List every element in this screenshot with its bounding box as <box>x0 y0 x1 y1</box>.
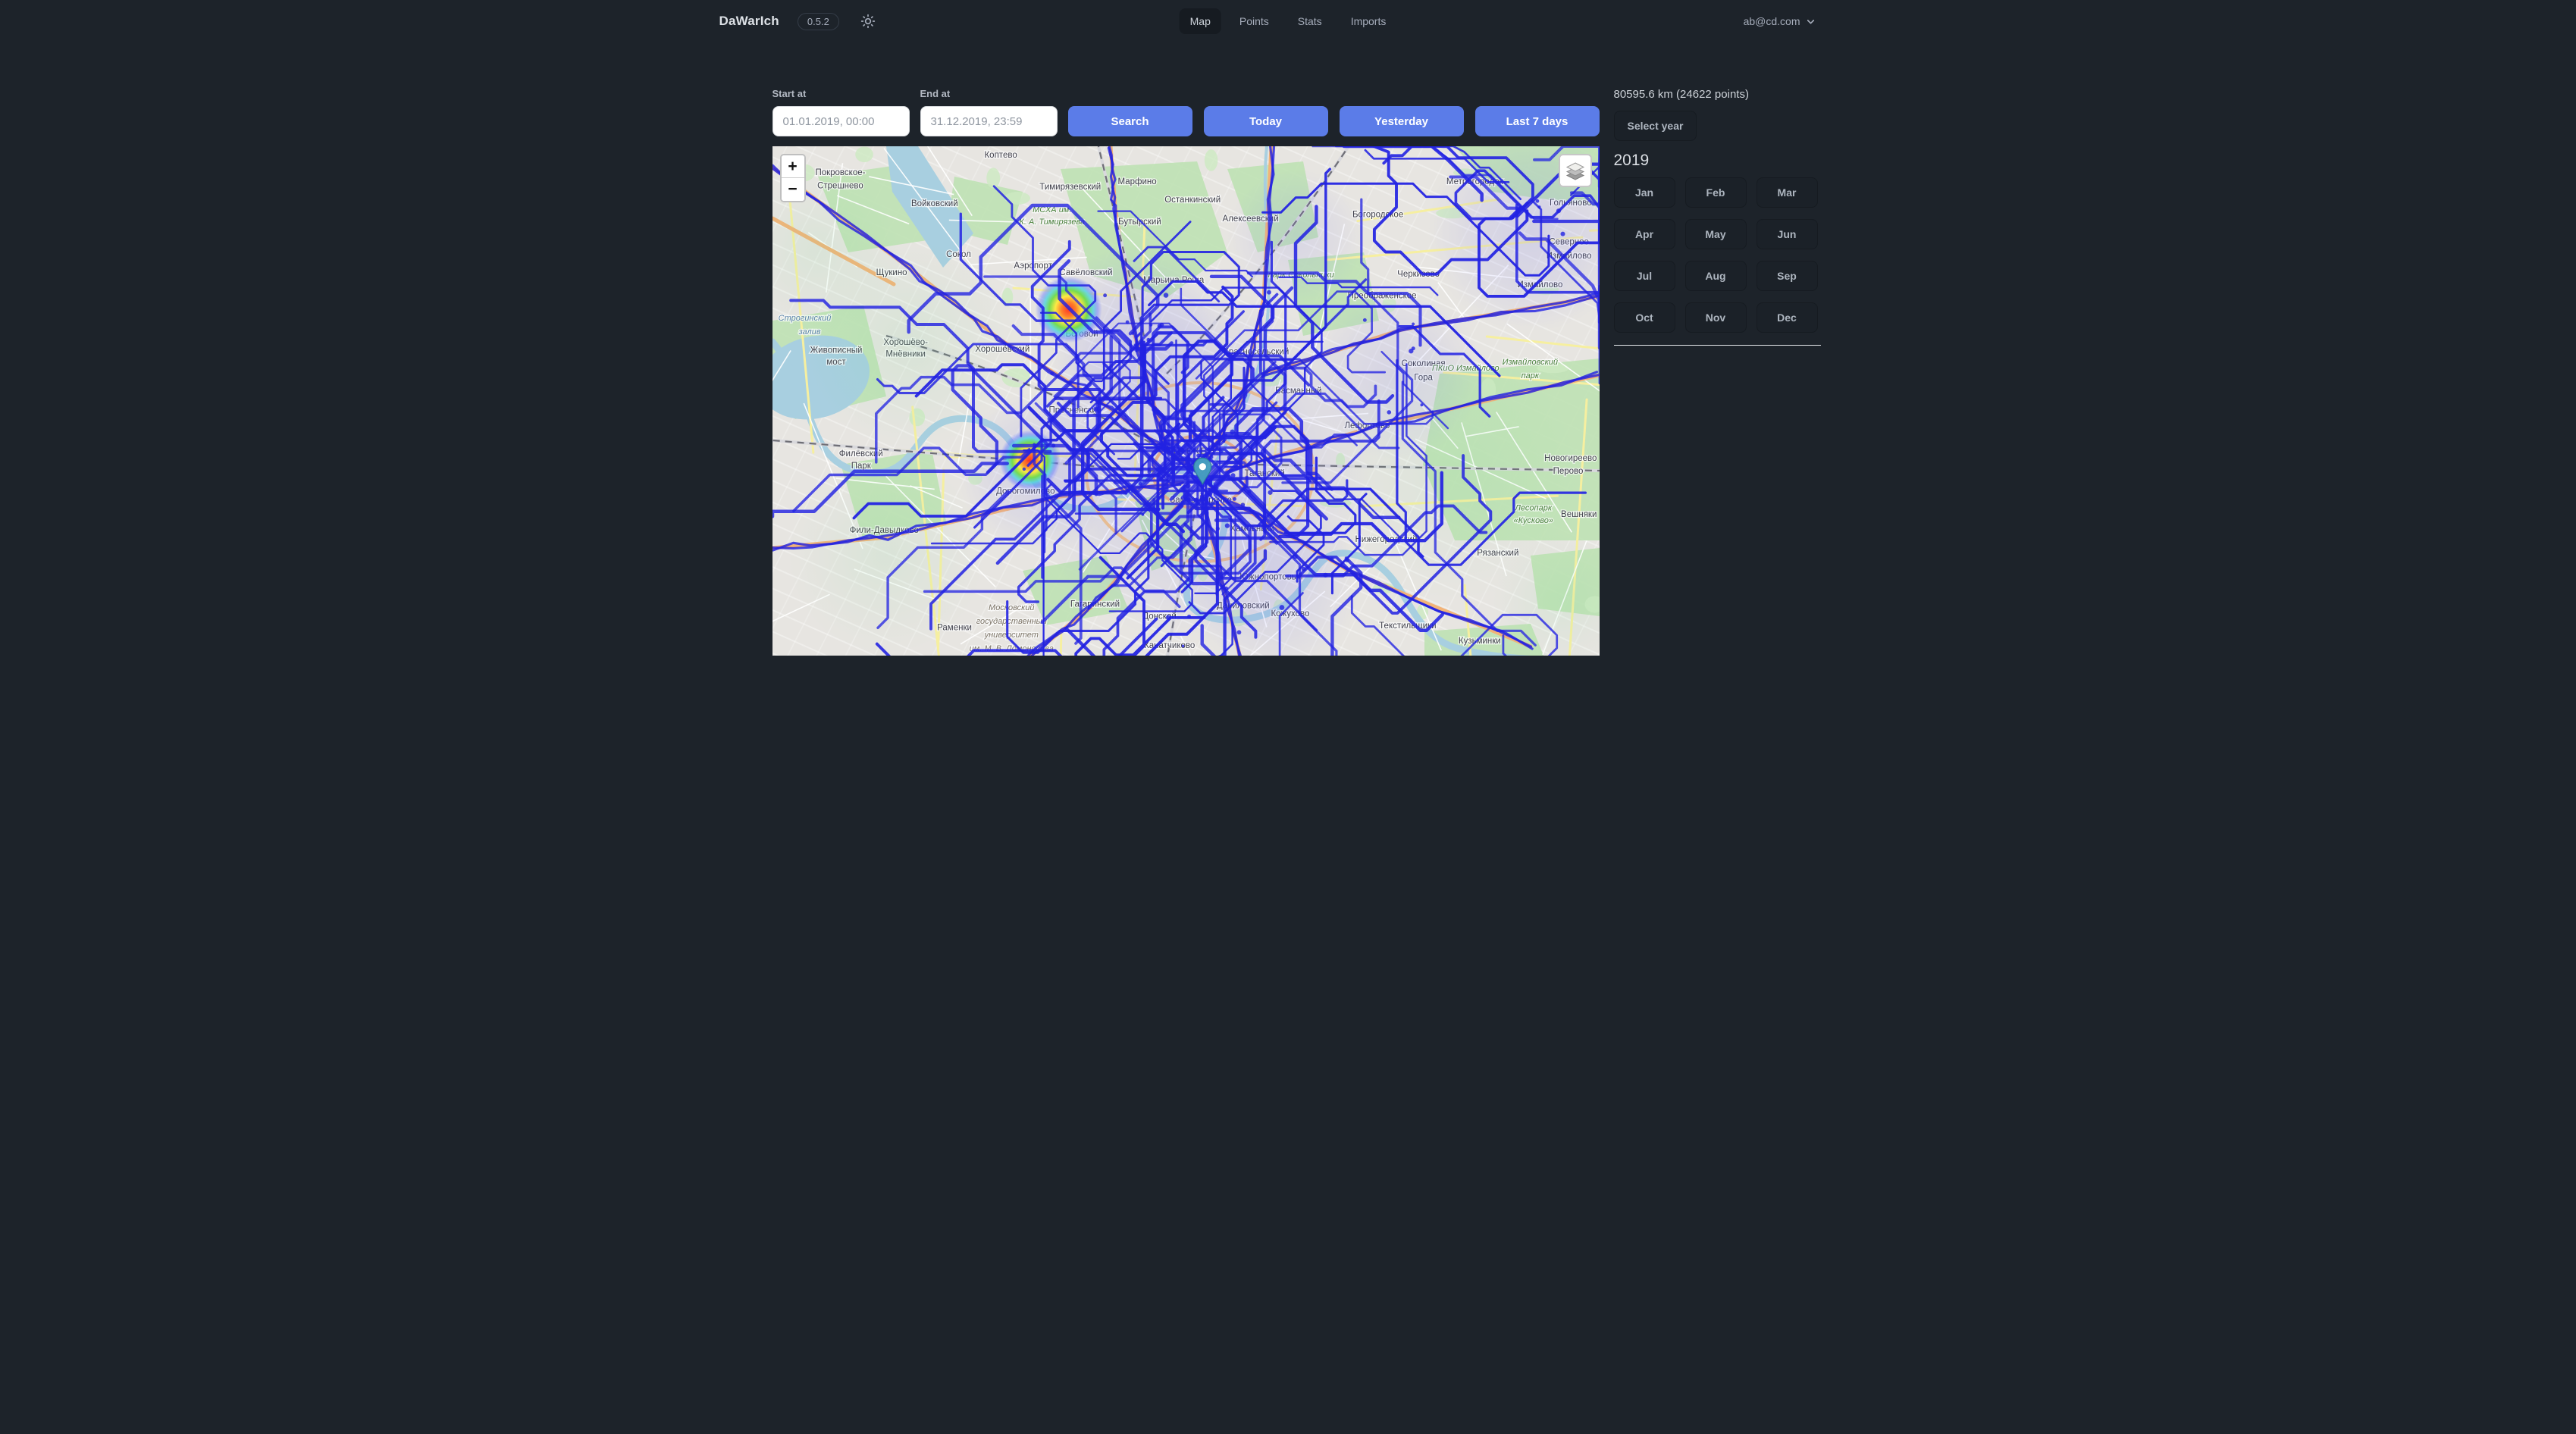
sun-icon <box>860 14 876 29</box>
zoom-out-button[interactable]: − <box>782 178 804 201</box>
zoom-in-button[interactable]: + <box>782 155 804 178</box>
month-button-feb[interactable]: Feb <box>1685 177 1747 208</box>
distance-stats: 80595.6 km (24622 points) <box>1614 88 1820 101</box>
tab-points[interactable]: Points <box>1229 8 1280 34</box>
map-column: Start at End at Search Today Yesterday Last… <box>772 42 1600 656</box>
month-button-oct[interactable]: Oct <box>1614 302 1675 333</box>
last-7-days-button[interactable]: Last 7 days <box>1475 106 1600 136</box>
quick-range-buttons: Search Today Yesterday Last 7 days <box>1068 106 1600 136</box>
map-label: Марфино <box>1117 177 1156 186</box>
version-badge: 0.5.2 <box>798 13 839 30</box>
layers-icon <box>1565 160 1586 181</box>
tab-imports[interactable]: Imports <box>1340 8 1397 34</box>
map-label: государственный <box>976 617 1046 626</box>
end-at-group: End at <box>920 88 1058 136</box>
chevron-down-icon <box>1806 17 1816 27</box>
map-zoom-control: + − <box>780 154 806 202</box>
layers-control[interactable] <box>1559 154 1592 187</box>
map-label: университет <box>983 631 1038 640</box>
end-at-label: End at <box>920 88 1058 99</box>
month-button-jul[interactable]: Jul <box>1614 261 1675 291</box>
today-button[interactable]: Today <box>1204 106 1328 136</box>
month-button-may[interactable]: May <box>1685 219 1747 249</box>
month-button-nov[interactable]: Nov <box>1685 302 1747 333</box>
map-label: К. А. Тимирязева <box>1019 218 1085 227</box>
main-content: Start at End at Search Today Yesterday Last… <box>700 42 1877 656</box>
search-button[interactable]: Search <box>1068 106 1192 136</box>
map-label: Останкинский <box>1164 196 1221 205</box>
map-label: Московский <box>989 603 1035 612</box>
map-label: Тимирязевский <box>1039 183 1101 192</box>
select-year-button[interactable]: Select year <box>1614 111 1697 141</box>
map-label: Коптево <box>984 151 1017 160</box>
map-label: Бутырский <box>1118 218 1161 227</box>
start-at-input[interactable] <box>772 106 910 136</box>
month-button-dec[interactable]: Dec <box>1757 302 1818 333</box>
app-logo: DaWarIch <box>719 14 779 29</box>
month-grid: Jan Feb Mar Apr May Jun Jul Aug Sep Oct Nov Dec <box>1614 177 1820 333</box>
yesterday-button[interactable]: Yesterday <box>1340 106 1464 136</box>
filter-bar: Start at End at Search Today Yesterday Last… <box>772 88 1600 136</box>
month-button-apr[interactable]: Apr <box>1614 219 1675 249</box>
start-at-label: Start at <box>772 88 910 99</box>
map-canvas[interactable]: КоптевоТимирязевскийМарфиноОстанкинскийА… <box>772 146 1600 656</box>
user-email: ab@cd.com <box>1744 15 1800 27</box>
year-heading: 2019 <box>1614 152 1820 170</box>
month-button-jun[interactable]: Jun <box>1757 219 1818 249</box>
sidebar: 80595.6 km (24622 points) Select year 20… <box>1614 42 1820 656</box>
month-button-aug[interactable]: Aug <box>1685 261 1747 291</box>
month-button-jan[interactable]: Jan <box>1614 177 1675 208</box>
start-at-group: Start at <box>772 88 910 136</box>
month-button-mar[interactable]: Mar <box>1757 177 1818 208</box>
dawarich-app: DaWarIch 0.5.2 Map Points Stats Imports ab@… <box>700 0 1877 656</box>
tab-map[interactable]: Map <box>1180 8 1221 34</box>
map-label: Войковский <box>911 199 958 208</box>
sidebar-divider <box>1614 345 1821 346</box>
month-button-sep[interactable]: Sep <box>1757 261 1818 291</box>
end-at-input[interactable] <box>920 106 1058 136</box>
theme-toggle-button[interactable] <box>857 11 879 32</box>
tab-stats[interactable]: Stats <box>1287 8 1333 34</box>
map-tiles: КоптевоТимирязевскийМарфиноОстанкинскийА… <box>772 146 1600 656</box>
user-menu[interactable]: ab@cd.com <box>1744 15 1816 27</box>
navbar: DaWarIch 0.5.2 Map Points Stats Imports ab@… <box>700 0 1877 42</box>
nav-tabs: Map Points Stats Imports <box>1180 8 1397 34</box>
